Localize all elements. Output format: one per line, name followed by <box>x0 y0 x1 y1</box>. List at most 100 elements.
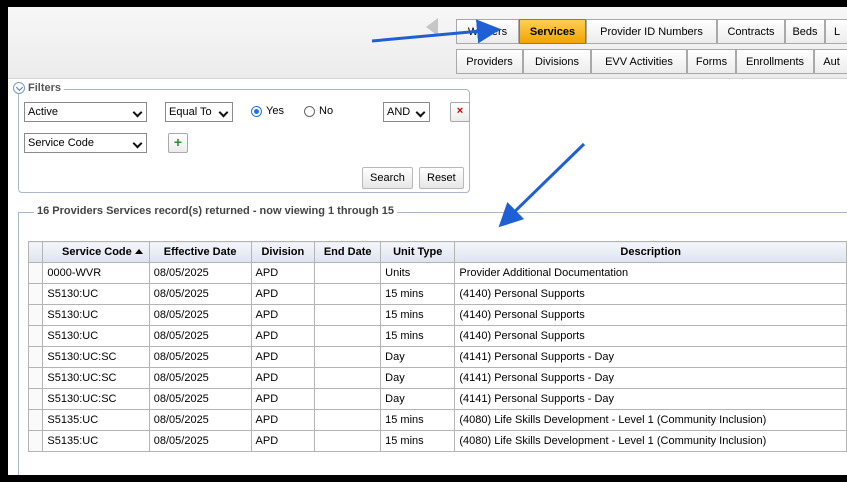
cell-end-date <box>314 346 382 368</box>
cell-effective-date: 08/05/2025 <box>148 367 252 389</box>
radio-yes-label: Yes <box>266 105 284 117</box>
cell-division: APD <box>250 367 316 389</box>
filters-legend: Filters <box>12 82 65 94</box>
cell-unit-type: 15 mins <box>380 325 456 347</box>
cell-service-code: S5130:UC:SC <box>42 346 150 368</box>
row-selector[interactable] <box>27 388 44 410</box>
table-header-row: Service Code Effective Date Division End… <box>27 241 847 263</box>
cell-division: APD <box>250 430 316 452</box>
cell-description: (4141) Personal Supports - Day <box>454 367 847 389</box>
tab-services[interactable]: Services <box>519 19 586 44</box>
header-description[interactable]: Description <box>454 241 847 263</box>
radio-no[interactable] <box>304 106 315 117</box>
cell-unit-type: Day <box>380 388 456 410</box>
cell-service-code: S5130:UC:SC <box>42 388 150 410</box>
tab-providers[interactable]: Providers <box>456 49 523 74</box>
tab-provider-id-numbers[interactable]: Provider ID Numbers <box>586 19 717 44</box>
filters-title: Filters <box>28 82 62 94</box>
radio-no-label: No <box>319 105 334 117</box>
header-select-column <box>27 241 44 263</box>
row-selector[interactable] <box>27 409 44 431</box>
cell-end-date <box>314 388 382 410</box>
tab-forms[interactable]: Forms <box>687 49 736 74</box>
table-row[interactable]: S5130:UC 08/05/2025 APD 15 mins (4140) Perso… <box>27 325 847 347</box>
header-effective-date[interactable]: Effective Date <box>148 241 252 263</box>
add-filter-button[interactable]: + <box>168 133 188 153</box>
table-row[interactable]: S5135:UC 08/05/2025 APD 15 mins (4080) Life … <box>27 430 847 452</box>
row-selector[interactable] <box>27 304 44 326</box>
header-service-code[interactable]: Service Code <box>42 241 150 263</box>
cell-division: APD <box>250 325 316 347</box>
tab-overflow-aut[interactable]: Aut <box>814 49 847 74</box>
row-selector[interactable] <box>27 283 44 305</box>
filter-operator-value: Equal To <box>169 106 212 118</box>
filter-field-select-1[interactable]: Active <box>24 102 147 122</box>
table-row[interactable]: S5130:UC:SC 08/05/2025 APD Day (4141) Person… <box>27 388 847 410</box>
row-selector[interactable] <box>27 430 44 452</box>
tab-waivers[interactable]: Waivers <box>456 19 519 44</box>
cell-service-code: S5130:UC <box>42 304 150 326</box>
row-selector[interactable] <box>27 325 44 347</box>
header-unit-type[interactable]: Unit Type <box>380 241 456 263</box>
cell-description: (4141) Personal Supports - Day <box>454 388 847 410</box>
tab-enrollments[interactable]: Enrollments <box>736 49 814 74</box>
cell-end-date <box>314 262 382 284</box>
cell-unit-type: 15 mins <box>380 409 456 431</box>
cell-description: (4140) Personal Supports <box>454 325 847 347</box>
chevron-down-icon <box>415 107 426 118</box>
cell-effective-date: 08/05/2025 <box>148 304 252 326</box>
cell-effective-date: 08/05/2025 <box>148 346 252 368</box>
table-row[interactable]: S5130:UC 08/05/2025 APD 15 mins (4140) Perso… <box>27 304 847 326</box>
header-division[interactable]: Division <box>250 241 316 263</box>
cell-effective-date: 08/05/2025 <box>148 325 252 347</box>
cell-division: APD <box>250 346 316 368</box>
table-row[interactable]: 0000-WVR 08/05/2025 APD Units Provider Addit… <box>27 262 847 284</box>
row-selector[interactable] <box>27 367 44 389</box>
plus-icon: + <box>173 134 183 150</box>
tab-scroll-left-icon[interactable] <box>426 18 438 36</box>
filter-conjunction-value: AND <box>387 106 411 118</box>
cell-unit-type: Day <box>380 367 456 389</box>
cell-description: (4080) Life Skills Development - Level 1… <box>454 409 847 431</box>
table-row[interactable]: S5135:UC 08/05/2025 APD 15 mins (4080) Life … <box>27 409 847 431</box>
cell-division: APD <box>250 409 316 431</box>
cell-end-date <box>314 325 382 347</box>
tab-evv-activities[interactable]: EVV Activities <box>591 49 687 74</box>
collapse-chevron-icon[interactable] <box>13 82 25 94</box>
cell-service-code: S5135:UC <box>42 430 150 452</box>
filter-conjunction-select[interactable]: AND <box>383 102 430 122</box>
cell-division: APD <box>250 388 316 410</box>
remove-filter-button[interactable]: × <box>450 102 470 122</box>
chevron-down-icon <box>132 138 143 149</box>
chevron-down-icon <box>218 107 229 118</box>
annotation-arrow-to-results-table <box>498 142 586 228</box>
row-selector[interactable] <box>27 262 44 284</box>
cell-effective-date: 08/05/2025 <box>148 430 252 452</box>
tab-divisions[interactable]: Divisions <box>523 49 591 74</box>
table-row[interactable]: S5130:UC:SC 08/05/2025 APD Day (4141) Person… <box>27 367 847 389</box>
radio-yes[interactable] <box>251 106 262 117</box>
cell-division: APD <box>250 262 316 284</box>
cell-unit-type: 15 mins <box>380 304 456 326</box>
chevron-down-icon <box>132 107 143 118</box>
tab-overflow-l[interactable]: L <box>825 19 847 44</box>
filter-operator-select[interactable]: Equal To <box>165 102 233 122</box>
cell-unit-type: 15 mins <box>380 283 456 305</box>
table-row[interactable]: S5130:UC:SC 08/05/2025 APD Day (4141) Person… <box>27 346 847 368</box>
cell-effective-date: 08/05/2025 <box>148 409 252 431</box>
cell-end-date <box>314 430 382 452</box>
cell-service-code: S5130:UC <box>42 283 150 305</box>
tab-contracts[interactable]: Contracts <box>717 19 785 44</box>
header-end-date[interactable]: End Date <box>314 241 382 263</box>
search-button[interactable]: Search <box>362 167 413 189</box>
table-row[interactable]: S5130:UC 08/05/2025 APD 15 mins (4140) Perso… <box>27 283 847 305</box>
filter-field-value-2: Service Code <box>28 137 95 149</box>
cell-end-date <box>314 409 382 431</box>
results-table: Service Code Effective Date Division End… <box>27 241 847 452</box>
filter-field-select-2[interactable]: Service Code <box>24 133 147 153</box>
cell-effective-date: 08/05/2025 <box>148 283 252 305</box>
filter-field-value-1: Active <box>28 106 58 118</box>
reset-button[interactable]: Reset <box>419 167 464 189</box>
row-selector[interactable] <box>27 346 44 368</box>
tab-beds[interactable]: Beds <box>785 19 825 44</box>
